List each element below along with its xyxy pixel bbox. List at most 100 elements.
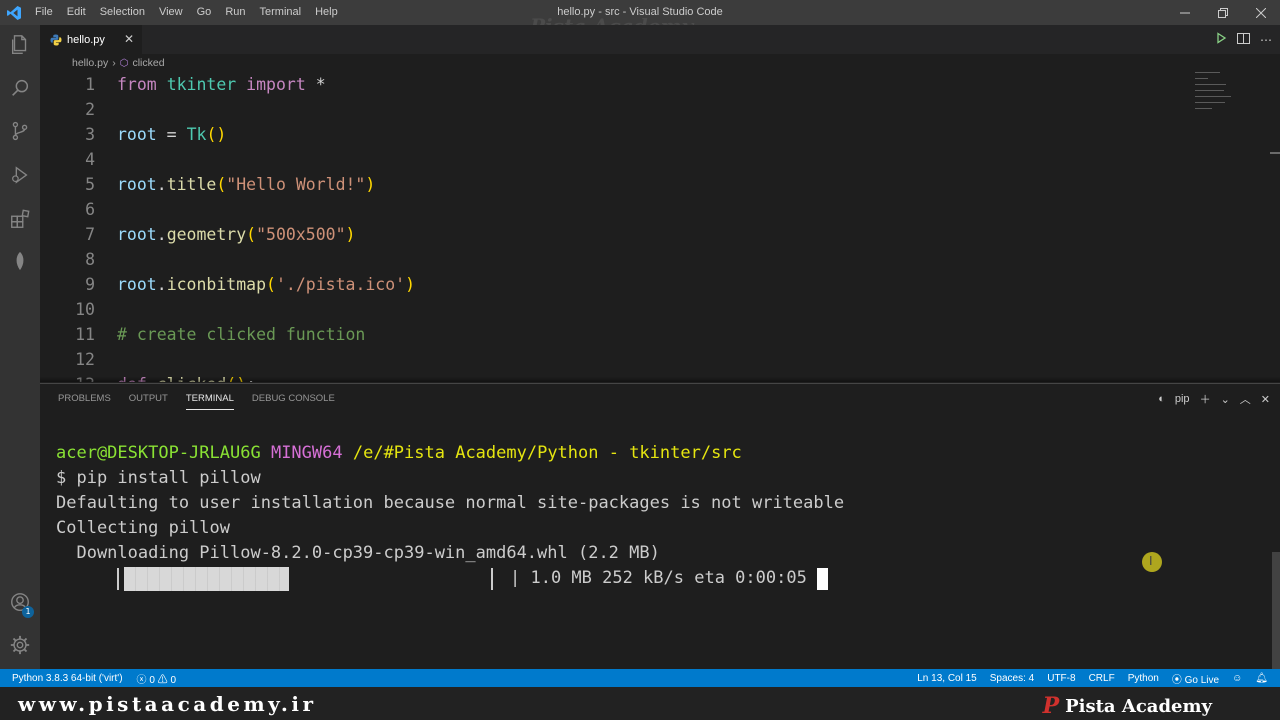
tab-output[interactable]: OUTPUT bbox=[129, 384, 168, 414]
code-token: * bbox=[305, 75, 326, 94]
breadcrumb: hello.py › ⬡ clicked bbox=[72, 55, 165, 71]
restore-button[interactable] bbox=[1204, 0, 1242, 25]
progress-bar-texture bbox=[124, 567, 289, 591]
menu-help[interactable]: Help bbox=[308, 0, 345, 25]
code-token: ( bbox=[246, 225, 257, 244]
code-line[interactable]: 12 bbox=[40, 347, 1190, 372]
code-line[interactable]: 8 bbox=[40, 247, 1190, 272]
line-number: 2 bbox=[85, 100, 95, 119]
terminal-scrollbar[interactable] bbox=[1272, 552, 1280, 670]
code-editor[interactable]: 1 from tkinter import * 2 3 root = Tk() 4 5 roo… bbox=[40, 72, 1280, 382]
code-token: Tk bbox=[186, 125, 207, 144]
account-icon[interactable]: 1 bbox=[0, 582, 40, 622]
code-line[interactable]: 9 root.iconbitmap('./pista.ico') bbox=[40, 272, 1190, 297]
maximize-panel-icon[interactable]: ︿ bbox=[1240, 391, 1251, 407]
code-line[interactable]: 10 bbox=[40, 297, 1190, 322]
menu-edit[interactable]: Edit bbox=[60, 0, 93, 25]
tab-close-icon[interactable]: ✕ bbox=[124, 32, 134, 46]
encoding[interactable]: UTF-8 bbox=[1047, 673, 1075, 684]
bottom-panel: PROBLEMS OUTPUT TERMINAL DEBUG CONSOLE ◐… bbox=[40, 383, 1280, 670]
extensions-icon[interactable] bbox=[0, 199, 40, 239]
code-text: root.title("Hello World!") bbox=[117, 172, 375, 197]
tab-terminal[interactable]: TERMINAL bbox=[185, 384, 234, 414]
cursor-position[interactable]: Ln 13, Col 15 bbox=[917, 673, 977, 684]
go-live-button[interactable]: ⦿ Go Live bbox=[1172, 671, 1219, 686]
status-bar: Python 3.8.3 64-bit ('virt') ⓧ 0 ⚠ 0 Ln … bbox=[0, 669, 1280, 687]
minimap-line bbox=[1195, 96, 1231, 97]
code-line[interactable]: 3 root = Tk() bbox=[40, 122, 1190, 147]
code-token: from bbox=[117, 75, 157, 94]
editor-scrollbar[interactable] bbox=[1270, 152, 1280, 154]
progress-bar-start bbox=[117, 568, 119, 590]
menu-selection[interactable]: Selection bbox=[93, 0, 152, 25]
line-number: 6 bbox=[85, 200, 95, 219]
tab-hello-py[interactable]: hello.py ✕ bbox=[40, 25, 142, 54]
editor-tab-bar: hello.py ✕ ⋯ bbox=[40, 25, 1280, 54]
code-line[interactable]: 11 # create clicked function bbox=[40, 322, 1190, 347]
code-line[interactable]: 5 root.title("Hello World!") bbox=[40, 172, 1190, 197]
line-number: 3 bbox=[85, 125, 95, 144]
minimap-line bbox=[1195, 102, 1225, 103]
menu-go[interactable]: Go bbox=[190, 0, 219, 25]
error-icon: ⓧ bbox=[136, 674, 147, 686]
pista-logo-icon: P bbox=[1042, 693, 1060, 719]
terminal-type-icon: ◐ bbox=[1158, 393, 1165, 405]
code-token: root bbox=[117, 225, 157, 244]
explorer-icon[interactable] bbox=[0, 25, 40, 65]
source-control-icon[interactable] bbox=[0, 111, 40, 151]
new-terminal-icon[interactable]: ＋ bbox=[1200, 391, 1211, 407]
line-number: 9 bbox=[85, 275, 95, 294]
minimize-button[interactable] bbox=[1166, 0, 1204, 25]
code-token: './pista.ico' bbox=[275, 275, 406, 294]
code-line[interactable]: 1 from tkinter import * bbox=[40, 72, 1190, 97]
tab-problems[interactable]: PROBLEMS bbox=[58, 384, 111, 414]
menu-bar: File Edit Selection View Go Run Terminal… bbox=[28, 0, 345, 25]
indentation[interactable]: Spaces: 4 bbox=[990, 673, 1034, 684]
run-file-icon[interactable] bbox=[1215, 32, 1227, 47]
menu-view[interactable]: View bbox=[152, 0, 190, 25]
code-line[interactable]: 6 bbox=[40, 197, 1190, 222]
leaf-icon[interactable] bbox=[0, 241, 40, 281]
python-file-icon bbox=[50, 33, 64, 47]
code-token: iconbitmap bbox=[166, 275, 267, 294]
title-bar: File Edit Selection View Go Run Terminal… bbox=[0, 0, 1280, 25]
code-token: title bbox=[166, 175, 217, 194]
more-actions-icon[interactable]: ⋯ bbox=[1260, 33, 1272, 47]
close-panel-icon[interactable]: ✕ bbox=[1261, 393, 1270, 406]
code-text: root.geometry("500x500") bbox=[117, 222, 355, 247]
split-editor-icon[interactable] bbox=[1237, 32, 1250, 48]
code-token: ) bbox=[405, 275, 416, 294]
end-of-line[interactable]: CRLF bbox=[1089, 673, 1115, 684]
python-interpreter[interactable]: Python 3.8.3 64-bit ('virt') bbox=[12, 673, 123, 684]
terminal-command: $ pip install pillow bbox=[56, 468, 261, 488]
code-token: () bbox=[206, 125, 227, 144]
menu-terminal[interactable]: Terminal bbox=[253, 0, 309, 25]
menu-run[interactable]: Run bbox=[218, 0, 252, 25]
feedback-icon[interactable]: ☺ bbox=[1232, 673, 1242, 684]
terminal-prompt-line: acer@DESKTOP-JRLAU6G MINGW64 /e/#Pista A… bbox=[56, 441, 742, 466]
breadcrumb-symbol[interactable]: clicked bbox=[132, 57, 164, 69]
breadcrumb-file[interactable]: hello.py bbox=[72, 57, 108, 69]
terminal-name[interactable]: pip bbox=[1175, 393, 1190, 405]
code-line[interactable]: 2 bbox=[40, 97, 1190, 122]
run-debug-icon[interactable] bbox=[0, 155, 40, 195]
account-badge: 1 bbox=[22, 606, 34, 618]
menu-file[interactable]: File bbox=[28, 0, 60, 25]
tab-debug-console[interactable]: DEBUG CONSOLE bbox=[252, 384, 335, 414]
progress-bar-end bbox=[491, 568, 493, 590]
minimap[interactable] bbox=[1195, 72, 1270, 132]
code-line[interactable]: 4 bbox=[40, 147, 1190, 172]
code-text: root.iconbitmap('./pista.ico') bbox=[117, 272, 415, 297]
chevron-down-icon[interactable]: ⌄ bbox=[1221, 393, 1230, 406]
close-window-button[interactable] bbox=[1242, 0, 1280, 25]
line-number: 12 bbox=[75, 350, 95, 369]
bell-icon[interactable]: 🔔︎ bbox=[1255, 673, 1268, 684]
gear-icon[interactable] bbox=[0, 625, 40, 665]
code-line[interactable]: 7 root.geometry("500x500") bbox=[40, 222, 1190, 247]
vscode-logo-icon bbox=[0, 0, 28, 25]
terminal-output-line: Collecting pillow bbox=[56, 518, 230, 538]
language-mode[interactable]: Python bbox=[1128, 673, 1159, 684]
problems-indicator[interactable]: ⓧ 0 ⚠ 0 bbox=[137, 671, 176, 686]
mouse-cursor-highlight bbox=[1142, 552, 1162, 572]
search-icon[interactable] bbox=[0, 68, 40, 108]
